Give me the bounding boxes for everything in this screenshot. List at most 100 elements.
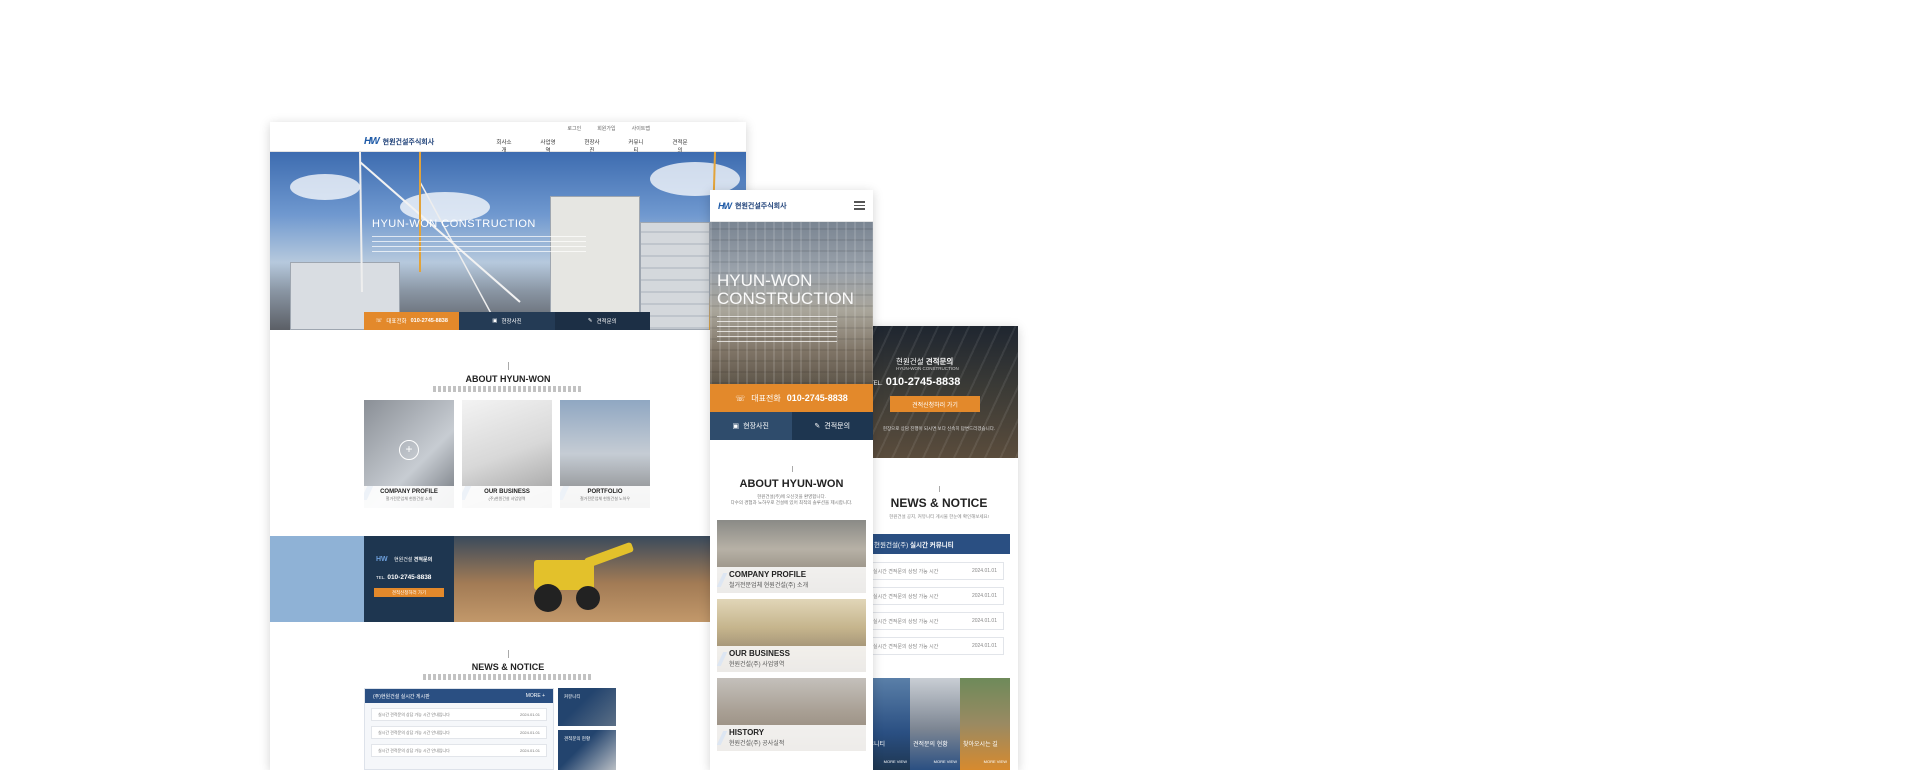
photos-button[interactable]: ▣ 현장사진 [710, 412, 792, 440]
quote-banner: HW 현원건설 견적문의 TEL. 010-2745-8838 견적신청하러 가… [270, 536, 746, 622]
quick-tiles: 커뮤니티 MORE VIEW 견적문의 현황 MORE VIEW 찾아오시는 길 MO… [860, 678, 1010, 770]
news-board-header: (주)현원건설 실시간 게시판 MORE + [365, 689, 553, 703]
news-row[interactable]: 실시간 견적문의 상담 가능 시간 2024.01.01 [866, 637, 1004, 655]
tile-quote-status[interactable]: 견적문의 현황 MORE VIEW [910, 678, 960, 770]
quote-description: 현장으로 상담 진행이 되시면 보다 신속히 답변드리겠습니다. [882, 426, 996, 431]
hamburger-menu-icon[interactable] [854, 201, 865, 210]
tile-quote-status[interactable]: 견적문의 현황 [558, 730, 616, 770]
card-company-profile[interactable]: COMPANY PROFILE 철거전문업체 현원건설(주) 소개 [717, 520, 866, 593]
brand-en: HYUN-WON CONSTRUCTION [896, 366, 959, 371]
quote-title: 견적문의 [925, 357, 954, 366]
about-title: ABOUT HYUN-WON [739, 478, 844, 490]
banner-title: 견적문의 [413, 557, 433, 563]
news-row-title: 실시간 견적문의 상담 가능 시간 [873, 618, 939, 625]
photos-label: 현장사진 [501, 319, 522, 325]
news-row-date: 2024.01.01 [971, 568, 997, 574]
card-sub: 현원건설(주) 공사실적 [729, 741, 785, 747]
card-sub: 철거전문업체 현원건설 노하우 [579, 496, 631, 501]
tile-more: MORE VIEW [983, 759, 1007, 764]
steel-beams [860, 326, 1018, 458]
photo-icon: ▣ [732, 423, 740, 430]
news-row-date: 2024.01.01 [519, 730, 540, 735]
news-row[interactable]: 실시간 견적문의 상담 가능 시간 안내입니다 2024.01.01 [371, 744, 547, 757]
news-row-date: 2024.01.01 [519, 712, 540, 717]
card-our-business[interactable]: OUR BUSINESS (주)현원건설 사업영역 [462, 400, 552, 508]
news-row[interactable]: 실시간 견적문의 상담 가능 시간 2024.01.01 [866, 562, 1004, 580]
news-row[interactable]: 실시간 견적문의 상담 가능 시간 안내입니다 2024.01.01 [371, 708, 547, 721]
hero-banner: HYUN-WON CONSTRUCTION ☏ 대표전화 010-2745-88… [270, 152, 746, 330]
logo-text: 현원건설주식회사 [382, 138, 435, 146]
hero-title: HYUN-WON CONSTRUCTION [372, 218, 536, 230]
card-history[interactable]: HISTORY 현원건설(주) 공사실적 [717, 678, 866, 751]
quote-button[interactable]: ✎ 견적문의 [554, 312, 650, 330]
quote-request-button[interactable]: 견적신청하러 가기 [890, 396, 980, 412]
tel-number: 010-2745-8838 [387, 574, 432, 581]
card-title: COMPANY PROFILE [729, 570, 807, 579]
card-title: OUR BUSINESS [484, 489, 530, 495]
mobile-header: HW 현원건설주식회사 [710, 190, 873, 222]
brand: 현원건설 [896, 357, 924, 366]
news-row-date: 2024.01.01 [971, 643, 997, 649]
hero-title: HYUN-WON CONSTRUCTION [717, 271, 854, 308]
news-row-title: 실시간 견적문의 상담 가능 시간 [873, 643, 939, 650]
logo-mark-icon: HW [718, 200, 732, 211]
news-row-date: 2024.01.01 [519, 748, 540, 753]
photos-label: 현장사진 [743, 423, 769, 430]
news-head-prefix: 현원건설(주) [874, 542, 909, 549]
banner-tel: TEL. 010-2745-8838 [376, 574, 431, 581]
mobile-hero: HYUN-WON CONSTRUCTION [710, 222, 873, 384]
about-subtitle [433, 386, 583, 392]
news-row-title: 실시간 견적문의 상담 가능 시간 [873, 568, 939, 575]
news-row[interactable]: 실시간 견적문의 상담 가능 시간 안내입니다 2024.01.01 [371, 726, 547, 739]
quote-request-button[interactable]: 견적신청하러 가기 [374, 588, 444, 597]
sitemap-link[interactable]: 사이트맵 [632, 125, 650, 132]
mobile-mockup-quote: 현원건설 견적문의 HYUN-WON CONSTRUCTION TEL. 010… [860, 326, 1018, 770]
quote-panel: HW 현원건설 견적문의 TEL. 010-2745-8838 견적신청하러 가… [364, 536, 454, 622]
about-line: 다수의 경험과 노하우로 건설에 있어 최적의 솔루션을 제시합니다. [730, 500, 853, 505]
tile-community[interactable]: 커뮤니티 [558, 688, 616, 726]
wheel [534, 584, 562, 612]
banner-heading: 현원건설 견적문의 [394, 556, 432, 563]
divider [939, 486, 940, 492]
tel-label: TEL. [376, 575, 386, 580]
logo-text: 현원건설주식회사 [735, 202, 787, 210]
pencil-icon: ✎ [587, 318, 593, 324]
quote-button[interactable]: ✎ 견적문의 [791, 412, 873, 440]
news-row-title: 실시간 견적문의 상담 가능 시간 [873, 593, 939, 600]
divider [508, 362, 509, 370]
call-button[interactable]: ☏ 대표전화 010-2745-8838 [710, 384, 873, 412]
tile-directions[interactable]: 찾아오시는 길 MORE VIEW [960, 678, 1010, 770]
phone-icon: ☏ [375, 318, 383, 324]
news-row[interactable]: 실시간 견적문의 상담 가능 시간 2024.01.01 [866, 587, 1004, 605]
card-portfolio[interactable]: PORTFOLIO 철거전문업체 현원건설 노하우 [560, 400, 650, 508]
news-row-title: 실시간 견적문의 상담 가능 시간 안내입니다 [378, 711, 450, 717]
card-our-business[interactable]: OUR BUSINESS 현원건설(주) 사업영역 [717, 599, 866, 672]
pencil-icon: ✎ [814, 423, 821, 430]
quick-buttons: ▣ 현장사진 ✎ 견적문의 [710, 412, 873, 440]
wheel [576, 586, 600, 610]
news-head-title: 실시간 커뮤니티 [910, 542, 954, 549]
more-link[interactable]: MORE + [526, 693, 545, 699]
card-company-profile[interactable]: + COMPANY PROFILE 철거전문업체 현원건설 소개 [364, 400, 454, 508]
call-number: 010-2745-8838 [410, 318, 448, 324]
card-title: PORTFOLIO [587, 489, 623, 495]
call-button[interactable]: ☏ 대표전화 010-2745-8838 [364, 312, 460, 330]
mobile-mockup-home: HW 현원건설주식회사 HYUN-WON CONSTRUCTION ☏ 대표전화… [710, 190, 873, 770]
call-number: 010-2745-8838 [786, 393, 848, 403]
banner-photo [454, 536, 746, 622]
news-row-date: 2024.01.01 [971, 618, 997, 624]
news-row[interactable]: 실시간 견적문의 상담 가능 시간 2024.01.01 [866, 612, 1004, 630]
quote-hero: 현원건설 견적문의 HYUN-WON CONSTRUCTION TEL. 010… [860, 326, 1018, 458]
logo[interactable]: HW 현원건설주식회사 [364, 136, 434, 147]
news-title: NEWS & NOTICE [471, 662, 545, 672]
news-board: (주)현원건설 실시간 게시판 MORE + 실시간 견적문의 상담 가능 시간… [364, 688, 554, 770]
login-link[interactable]: 로그인 [567, 125, 581, 132]
phone-icon: ☏ [735, 393, 746, 403]
photos-button[interactable]: ▣ 현장사진 [459, 312, 555, 330]
zoom-icon: + [399, 440, 419, 460]
join-link[interactable]: 회원가입 [597, 125, 615, 132]
desktop-mockup: 로그인 회원가입 사이트맵 HW 현원건설주식회사 회사소개 사업영역 현장사진… [270, 122, 746, 770]
card-sub: 철거전문업체 현원건설(주) 소개 [729, 583, 809, 589]
hero-description [372, 236, 586, 256]
card-sub: (주)현원건설 사업영역 [488, 496, 526, 501]
